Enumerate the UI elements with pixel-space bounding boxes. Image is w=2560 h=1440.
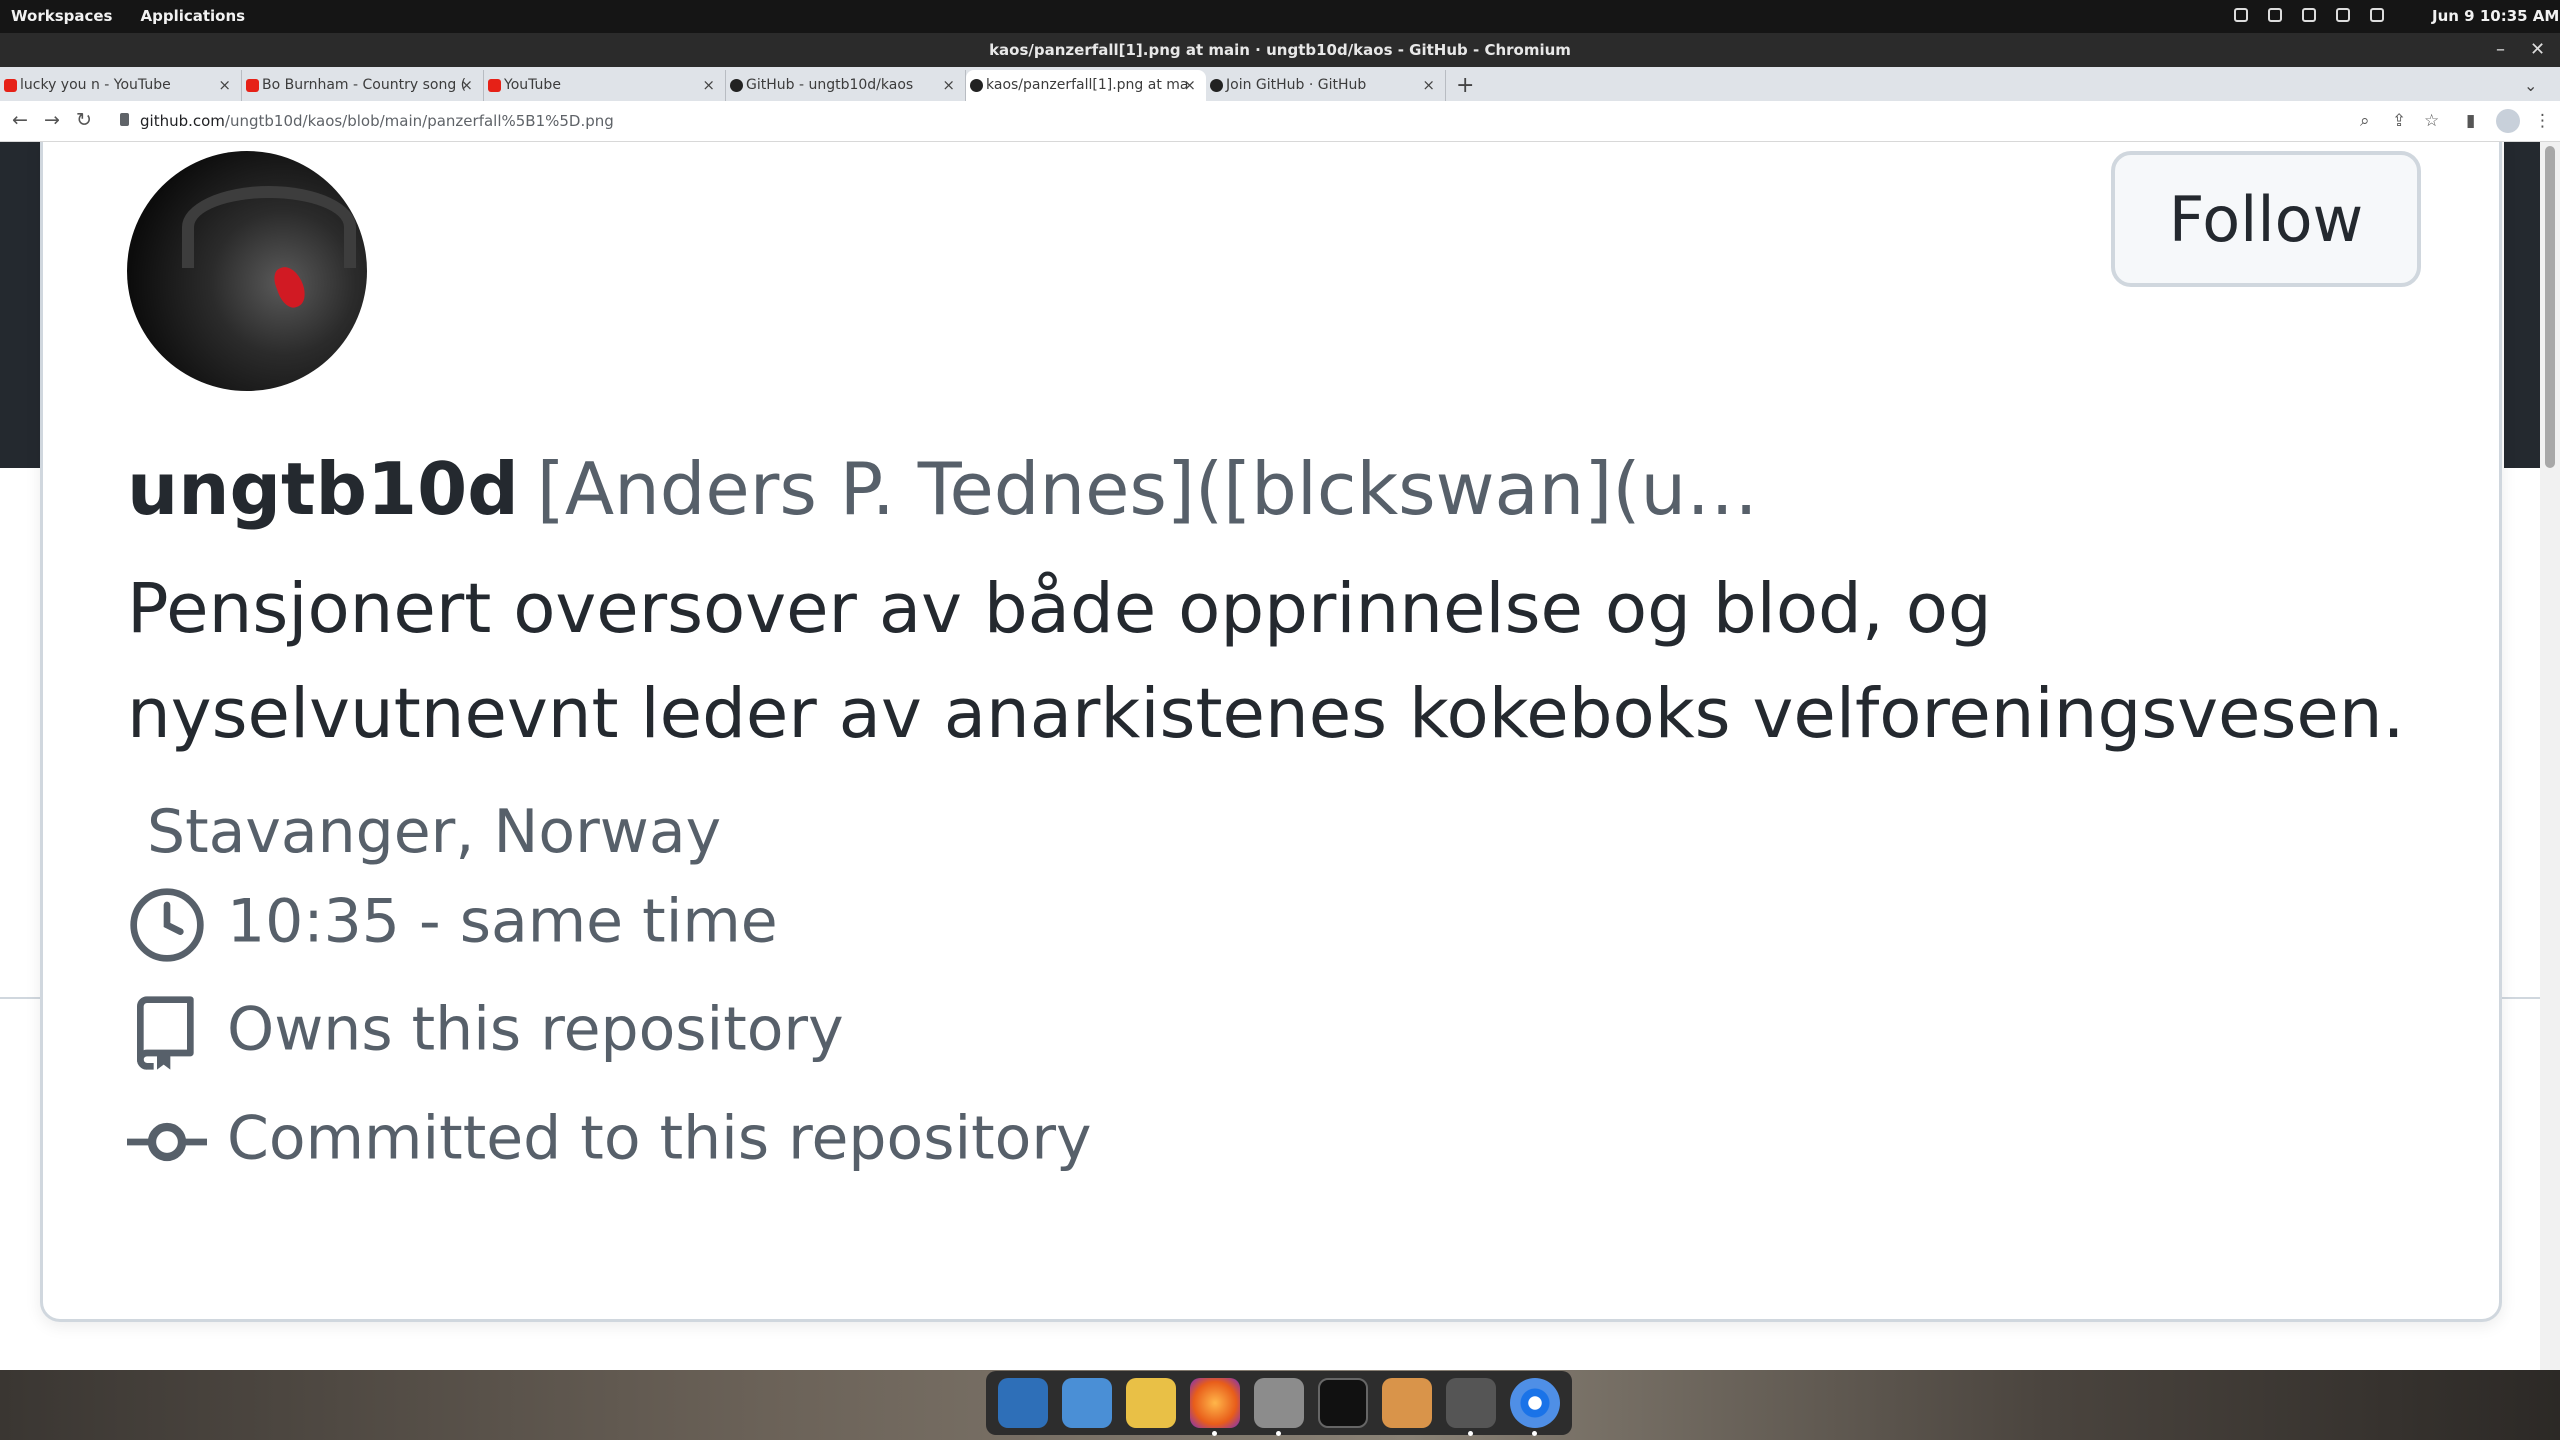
close-tab-icon[interactable]: × xyxy=(460,70,473,101)
close-tab-icon[interactable]: × xyxy=(1183,70,1196,101)
profile-bio: Pensjonert oversover av både opprinnelse… xyxy=(127,569,2405,754)
github-header-edge-right xyxy=(2504,142,2540,468)
tab-label: GitHub - ungtb10d/kaos xyxy=(746,77,914,93)
youtube-icon xyxy=(488,79,501,92)
back-icon[interactable]: ← xyxy=(12,109,28,131)
chromium-icon[interactable] xyxy=(1510,1378,1560,1436)
reload-icon[interactable]: ↻ xyxy=(76,109,92,131)
address-bar[interactable]: github.com/ungtb10d/kaos/blob/main/panze… xyxy=(140,112,614,130)
youtube-icon xyxy=(246,79,259,92)
tab-github-kaos[interactable]: GitHub - ungtb10d/kaos × xyxy=(726,70,966,101)
swan-neck-shape xyxy=(182,186,356,268)
archive-manager-icon[interactable] xyxy=(1382,1378,1432,1428)
user-hovercard: Follow ungtb10d [Anders P. Tednes]([blcks… xyxy=(40,142,2502,1322)
system-tray xyxy=(2234,8,2384,22)
tab-strip: lucky you n - YouTube × Bo Burnham - Cou… xyxy=(0,67,2560,102)
swan-beak-shape xyxy=(270,262,310,312)
kebab-menu-icon[interactable]: ⋮ xyxy=(2534,111,2551,131)
volume-icon[interactable] xyxy=(2336,8,2350,22)
tab-search-chevron-icon[interactable]: ⌄ xyxy=(2524,70,2537,101)
follow-button[interactable]: Follow xyxy=(2111,151,2421,287)
repo-icon xyxy=(137,996,194,1070)
search-app-icon[interactable] xyxy=(998,1378,1048,1428)
tab-panzerfall[interactable]: kaos/panzerfall[1].png at ma × xyxy=(966,70,1206,101)
system-top-bar: Workspaces Applications Jun 9 10:35 AM xyxy=(0,0,2560,33)
lock-icon[interactable] xyxy=(120,113,129,126)
display-icon[interactable] xyxy=(2234,8,2248,22)
tab-bo-burnham[interactable]: Bo Burnham - Country song ( × xyxy=(242,70,484,101)
location-text: Stavanger, Norway xyxy=(147,797,722,867)
tab-label: Join GitHub · GitHub xyxy=(1226,77,1367,93)
terminal-icon[interactable] xyxy=(1318,1378,1368,1428)
bookmark-star-icon[interactable]: ☆ xyxy=(2424,111,2439,131)
full-name: [Anders P. Tednes]([blckswan](u… xyxy=(536,447,1759,531)
url-host: github.com xyxy=(140,112,225,130)
bluetooth-icon[interactable] xyxy=(2302,8,2316,22)
avatar[interactable] xyxy=(127,151,367,391)
page-scrollbar[interactable] xyxy=(2540,142,2560,1370)
close-tab-icon[interactable]: × xyxy=(702,70,715,101)
github-icon xyxy=(730,79,743,92)
window-icon[interactable] xyxy=(2268,8,2282,22)
github-icon xyxy=(970,79,983,92)
local-time-text: 10:35 - same time xyxy=(227,886,778,957)
window-titlebar: kaos/panzerfall[1].png at main · ungtb10… xyxy=(0,33,2560,67)
scrollbar-thumb[interactable] xyxy=(2545,146,2555,468)
tab-label: Bo Burnham - Country song ( xyxy=(262,77,467,93)
share-icon[interactable]: ⇪ xyxy=(2392,111,2406,131)
committed-row: Committed to this repository xyxy=(127,1102,1092,1182)
close-tab-icon[interactable]: × xyxy=(1422,70,1435,101)
owns-repo-row: Owns this repository xyxy=(127,993,844,1073)
owns-repo-text: Owns this repository xyxy=(227,994,844,1065)
location-row: Stavanger, Norway xyxy=(147,797,721,867)
tab-label: kaos/panzerfall[1].png at ma xyxy=(986,77,1189,93)
tab-join-github[interactable]: Join GitHub · GitHub × xyxy=(1206,70,1446,101)
app-grid-icon[interactable] xyxy=(1126,1378,1176,1428)
applications-menu[interactable]: Applications xyxy=(140,7,245,25)
new-tab-icon[interactable]: + xyxy=(1456,70,1474,101)
profile-icon[interactable] xyxy=(2496,109,2520,133)
tab-youtube-lucky-you[interactable]: lucky you n - YouTube × xyxy=(0,70,242,101)
committed-text: Committed to this repository xyxy=(227,1103,1092,1174)
youtube-icon xyxy=(4,79,17,92)
tab-label: lucky you n - YouTube xyxy=(20,77,171,93)
zoom-icon[interactable]: ⌕ xyxy=(2360,111,2370,131)
github-icon xyxy=(1210,79,1223,92)
local-time-row: 10:35 - same time xyxy=(127,885,778,965)
side-panel-icon[interactable]: ▮ xyxy=(2466,111,2475,131)
web-page: Follow ungtb10d [Anders P. Tednes]([blcks… xyxy=(0,142,2560,1370)
close-tab-icon[interactable]: × xyxy=(942,70,955,101)
settings-icon[interactable] xyxy=(1446,1378,1496,1436)
profile-name-row: ungtb10d [Anders P. Tednes]([blckswan](u… xyxy=(127,447,1758,531)
clock[interactable]: Jun 9 10:35 AM xyxy=(2432,7,2559,25)
firefox-icon[interactable] xyxy=(1190,1378,1240,1436)
close-tab-icon[interactable]: × xyxy=(218,70,231,101)
dock xyxy=(986,1371,1572,1436)
commit-icon xyxy=(127,1122,207,1162)
battery-icon[interactable] xyxy=(2370,8,2384,22)
browser-toolbar: ← → ↻ github.com/ungtb10d/kaos/blob/main… xyxy=(0,101,2560,142)
github-header-edge xyxy=(0,142,40,468)
workspaces-menu[interactable]: Workspaces xyxy=(11,7,112,25)
window-title: kaos/panzerfall[1].png at main · ungtb10… xyxy=(989,41,1571,59)
url-path: /ungtb10d/kaos/blob/main/panzerfall%5B1%… xyxy=(224,112,614,130)
clock-icon xyxy=(130,888,204,962)
tab-label: YouTube xyxy=(504,77,561,93)
tab-youtube[interactable]: YouTube × xyxy=(484,70,726,101)
forward-icon[interactable]: → xyxy=(44,109,60,131)
close-window-icon[interactable]: ✕ xyxy=(2530,33,2545,67)
files-manager-icon[interactable] xyxy=(1062,1378,1112,1428)
minimize-icon[interactable]: – xyxy=(2496,33,2505,67)
username-link[interactable]: ungtb10d xyxy=(127,447,519,531)
file-cabinet-icon[interactable] xyxy=(1254,1378,1304,1436)
